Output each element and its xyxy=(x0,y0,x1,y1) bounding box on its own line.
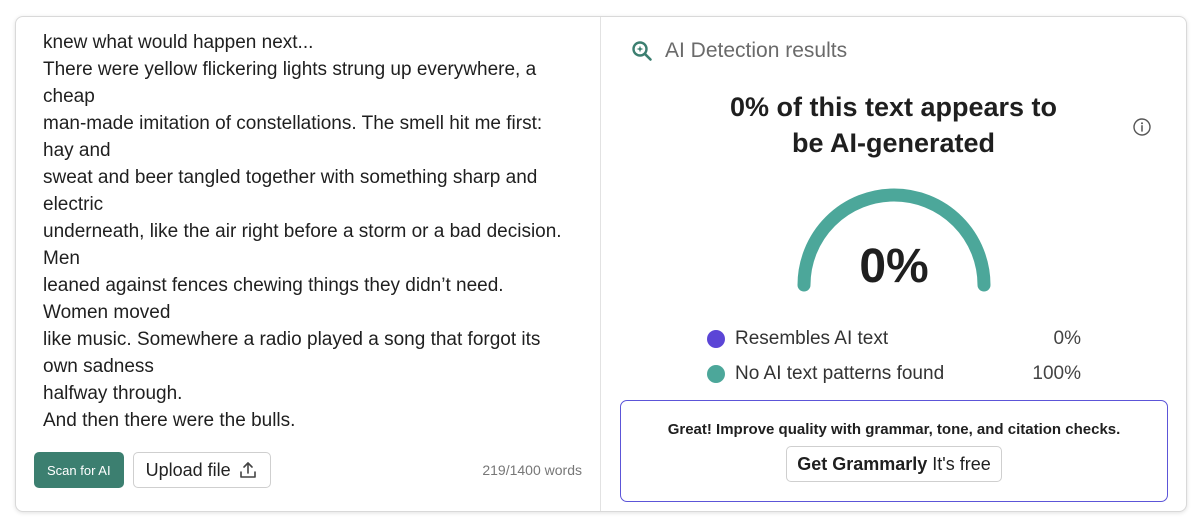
text-line: own sadness xyxy=(43,356,154,377)
text-line: underneath, like the air right before a … xyxy=(43,221,562,242)
promo-text: Great! Improve quality with grammar, ton… xyxy=(667,421,1121,438)
results-headline: 0% of this text appears to be AI-generat… xyxy=(601,89,1186,161)
search-sparkle-icon xyxy=(631,40,653,62)
gauge-value: 0% xyxy=(859,240,929,293)
text-line: And then there were the bulls. xyxy=(43,410,296,431)
results-legend: Resembles AI text 0% No AI text patterns f… xyxy=(707,321,1081,391)
get-grammarly-label: Get Grammarly xyxy=(797,453,928,474)
upload-file-button[interactable]: Upload file xyxy=(132,452,271,488)
legend-dot xyxy=(707,329,725,348)
text-line: halfway through. xyxy=(43,383,183,404)
results-panel: AI Detection results 0% of this text app… xyxy=(601,17,1186,511)
results-title: AI Detection results xyxy=(665,39,848,62)
text-line: cheap xyxy=(43,86,95,107)
text-input-area[interactable]: knew what would happen next... There were… xyxy=(43,29,588,449)
legend-label: Resembles AI text xyxy=(735,327,889,349)
legend-row: No AI text patterns found 100% xyxy=(707,356,1081,391)
text-line: hay and xyxy=(43,140,111,161)
text-line: like music. Somewhere a radio played a s… xyxy=(43,329,541,350)
get-grammarly-button[interactable]: Get Grammarly It's free xyxy=(786,446,1002,482)
upload-icon xyxy=(238,460,258,480)
legend-row: Resembles AI text 0% xyxy=(707,321,1081,356)
free-label: It's free xyxy=(932,453,991,474)
legend-value: 0% xyxy=(1053,327,1081,349)
upload-file-label: Upload file xyxy=(145,459,231,480)
legend-dot xyxy=(707,364,725,383)
legend-value: 100% xyxy=(1032,362,1081,384)
text-line: leaned against fences chewing things the… xyxy=(43,275,504,296)
text-line: There were yellow flickering lights stru… xyxy=(43,59,537,80)
headline-line-1: 0% of this text appears to xyxy=(729,92,1058,122)
text-line: sweat and beer tangled together with som… xyxy=(43,167,538,188)
scan-for-ai-button[interactable]: Scan for AI xyxy=(34,452,124,488)
headline-line-2: be AI-generated xyxy=(791,128,996,158)
results-header: AI Detection results xyxy=(631,39,847,63)
text-line: electric xyxy=(43,194,104,215)
text-line: Men xyxy=(43,248,80,269)
detector-card: knew what would happen next... There were… xyxy=(15,16,1187,512)
word-count: 219/1400 words xyxy=(482,462,582,478)
text-line: Women moved xyxy=(43,302,171,323)
grammarly-promo: Great! Improve quality with grammar, ton… xyxy=(620,400,1168,502)
legend-label: No AI text patterns found xyxy=(735,362,945,384)
text-line: knew what would happen next... xyxy=(43,32,314,53)
input-toolbar: Scan for AI Upload file 219/1400 words xyxy=(34,452,582,488)
text-line: man-made imitation of constellations. Th… xyxy=(43,113,543,134)
text-input-panel: knew what would happen next... There were… xyxy=(16,17,601,511)
